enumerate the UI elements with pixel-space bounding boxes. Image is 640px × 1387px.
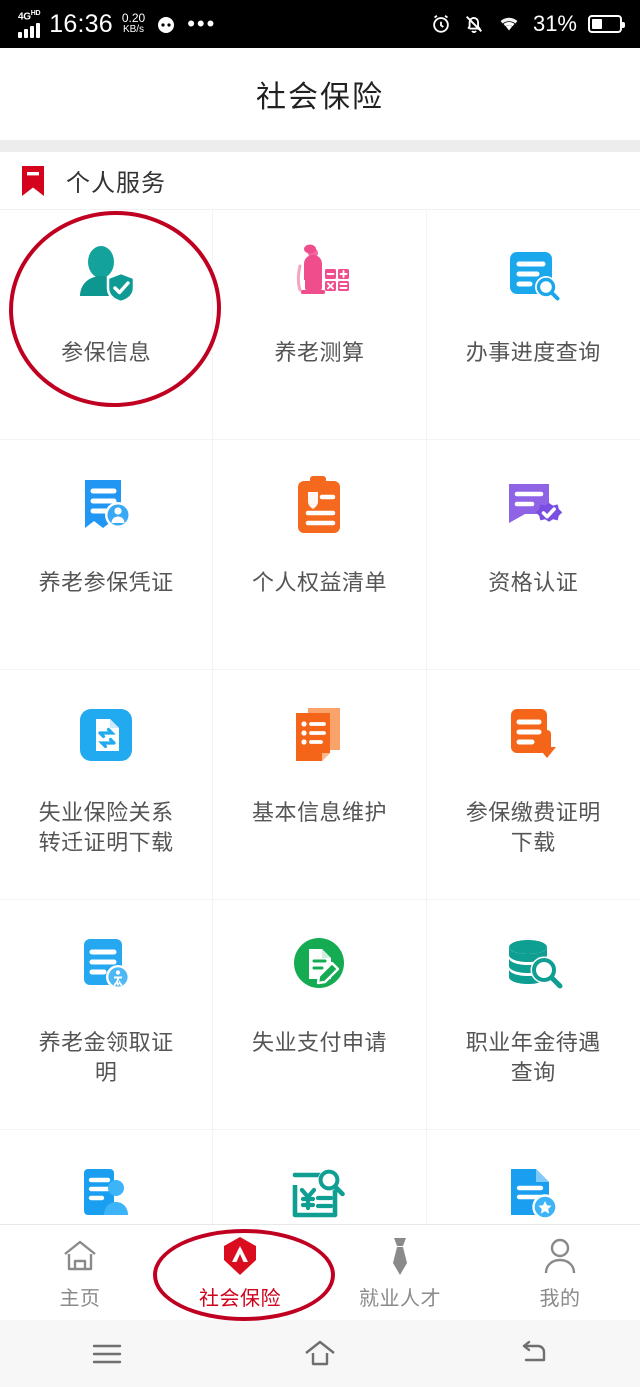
grid-item-label: 基本信息维护 [251, 800, 387, 825]
tab-employment[interactable]: 就业人才 [320, 1225, 480, 1320]
document-search-icon [494, 236, 572, 314]
grid-item-label: 失业支付申请 [251, 1030, 387, 1055]
app-title-bar: 社会保险 [0, 48, 640, 140]
tab-label: 就业人才 [359, 1287, 441, 1310]
tab-label: 我的 [539, 1287, 581, 1310]
title-divider [0, 140, 640, 152]
social-insurance-icon [220, 1235, 260, 1277]
tab-label: 主页 [59, 1287, 101, 1310]
grid-item-jibenxinxi[interactable]: 基本信息维护 [213, 670, 427, 900]
elderly-calculator-icon [280, 236, 358, 314]
grid-item-label: 参保信息 [61, 340, 152, 365]
wifi-icon [500, 17, 518, 31]
grid-item-canbaoxinxi[interactable]: 参保信息 [0, 210, 214, 440]
status-bar-left: 4GHD 16:36 0.20 KB/s ••• [18, 10, 216, 39]
ellipsis-icon: ••• [187, 11, 217, 37]
yuan-bill-search-icon [280, 1156, 358, 1224]
coins-search-icon [494, 926, 572, 1004]
circle-document-pen-icon [280, 926, 358, 1004]
grid-item-label: 失业保险关系转迁证明下载 [38, 800, 174, 855]
grid-item-label: 养老测算 [274, 340, 365, 365]
network-speed: 0.20 KB/s [121, 11, 146, 36]
person-outline-icon [543, 1235, 577, 1277]
grid-item-quanyiqingdan[interactable]: 个人权益清单 [213, 440, 427, 670]
grid-item-yanglaocesuan[interactable]: 养老测算 [213, 210, 427, 440]
document-edit-list-icon [280, 696, 358, 774]
battery-icon [588, 15, 625, 33]
grid-item-label: 个人权益清单 [251, 570, 387, 595]
grid-item-yanglaojinlingqu[interactable]: 养老金领取证明 [0, 900, 214, 1130]
status-bar-right: 31% [430, 11, 625, 37]
id-card-person-icon [67, 1156, 145, 1224]
clipboard-list-icon [280, 466, 358, 544]
grid-item-zhiyenianjin[interactable]: 职业年金待遇查询 [426, 900, 640, 1130]
back-icon[interactable] [488, 1329, 578, 1379]
grid-item-zigerenzheng[interactable]: 资格认证 [426, 440, 640, 670]
tab-mine[interactable]: 我的 [480, 1225, 640, 1320]
services-grid-container: 参保信息 养老测算 办事进度查询 养老参保凭证 个人权益清单 资格认证 失业保险… [0, 210, 640, 1224]
document-star-icon [494, 1156, 572, 1224]
status-bar: 4GHD 16:36 0.20 KB/s ••• 31% [0, 0, 640, 48]
grid-item-yanglaopingzheng[interactable]: 养老参保凭证 [0, 440, 214, 670]
alarm-clock-icon [433, 15, 449, 33]
grid-item-yuan-bill-search[interactable] [213, 1130, 427, 1224]
document-verified-icon [494, 466, 572, 544]
grid-item-shiyezhuanqian[interactable]: 失业保险关系转迁证明下载 [0, 670, 214, 900]
grid-item-jiaofeizhengming[interactable]: 参保缴费证明下载 [426, 670, 640, 900]
tab-social-insurance[interactable]: 社会保险 [160, 1225, 320, 1320]
grid-item-banshijindu[interactable]: 办事进度查询 [426, 210, 640, 440]
status-clock: 16:36 [49, 9, 113, 38]
emoji-face-icon [158, 17, 175, 33]
grid-item-label: 办事进度查询 [465, 340, 601, 365]
system-navigation-bar [0, 1320, 640, 1387]
grid-item-label: 养老参保凭证 [38, 570, 174, 595]
bookmark-icon [22, 165, 44, 196]
grid-item-label: 养老金领取证明 [38, 1030, 174, 1085]
grid-item-id-card[interactable] [0, 1130, 214, 1224]
grid-item-label: 参保缴费证明下载 [465, 800, 601, 855]
document-download-icon [494, 696, 572, 774]
necktie-icon [385, 1235, 415, 1277]
certificate-person-icon [67, 466, 145, 544]
grid-item-label: 资格认证 [488, 570, 579, 595]
phone-screen: 4GHD 16:36 0.20 KB/s ••• 31% 社会保险 个人服务 参… [0, 0, 640, 1387]
tab-home[interactable]: 主页 [0, 1225, 160, 1320]
services-grid: 参保信息 养老测算 办事进度查询 养老参保凭证 个人权益清单 资格认证 失业保险… [0, 210, 640, 1224]
transfer-file-icon [67, 696, 145, 774]
home-outline-icon[interactable] [275, 1329, 365, 1379]
person-shield-icon [67, 236, 145, 314]
document-pension-icon [67, 926, 145, 1004]
network-type-label: 4GHD [18, 9, 41, 23]
signal-indicator: 4GHD [18, 9, 41, 39]
battery-percent-label: 31% [532, 11, 577, 36]
section-title: 个人服务 [66, 170, 166, 197]
tab-label: 社会保险 [199, 1287, 281, 1310]
signal-bars-icon [18, 23, 40, 39]
grid-item-shiyezhifu[interactable]: 失业支付申请 [213, 900, 427, 1130]
bottom-tab-bar: 主页 社会保险 就业人才 我的 [0, 1224, 640, 1320]
grid-item-label: 职业年金待遇查询 [465, 1030, 601, 1085]
home-icon [61, 1235, 99, 1277]
menu-icon[interactable] [62, 1329, 152, 1379]
bell-muted-icon [465, 15, 482, 33]
page-title: 社会保险 [256, 81, 384, 114]
grid-item-document-star[interactable] [426, 1130, 640, 1224]
section-header: 个人服务 [0, 152, 640, 210]
